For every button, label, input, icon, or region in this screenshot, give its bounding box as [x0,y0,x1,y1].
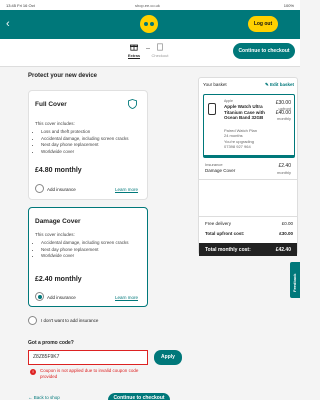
url-text: shop.ee.co.uk [135,3,160,8]
delivery-row: Free delivery £0.00 [205,221,293,226]
list-item: Worldwide cover [41,253,129,258]
checkout-steps: Extras Checkout Continue to checkout [0,39,300,67]
battery-text: 100% [283,3,294,8]
feedback-tab[interactable]: Feedback [290,262,300,298]
list-item: Worldwide cover [41,149,129,154]
divider [199,216,297,217]
damage-cover-title: Damage Cover [35,218,81,225]
damage-cover-price: £2.40 monthly [35,276,82,283]
insurance-price: £2.40 monthly [276,163,291,175]
list-item: Accidental damage, including screen crac… [41,136,129,141]
list-item: Next day phone replacement [41,142,129,147]
item-plan: Paired Watch Plan 24 months [224,128,257,138]
full-cover-learn-more[interactable]: Learn more [115,187,138,192]
damage-cover-list: Accidental damage, including screen crac… [41,240,129,260]
apply-button[interactable]: Apply [154,350,182,365]
no-insurance-label[interactable]: I don't want to add insurance [41,318,98,323]
promo-label: Got a promo code? [28,340,74,346]
upfront-total-row: Total upfront cost: £30.00 [205,231,293,236]
insurance-name: Damage Cover [205,168,236,173]
full-cover-radio[interactable] [35,184,44,193]
damage-cover-learn-more[interactable]: Learn more [115,295,138,300]
item-prices: £30.00 upfront £40.00 monthly [275,100,291,122]
back-to-shop-link[interactable]: ← Back to shop [28,395,60,400]
damage-cover-add-label[interactable]: Add insurance [47,295,76,300]
status-bar: 13:45 Fri 16 Oct shop.ee.co.uk 100% [0,0,300,10]
item-brand: Apple [224,99,233,103]
step-checkout-label: Checkout [151,53,169,58]
back-arrow-icon[interactable]: ‹ [6,17,18,31]
item-upgrade: You're upgrading 07398 927 964 [224,139,254,149]
divider [199,179,297,180]
ee-logo[interactable] [140,15,158,33]
damage-cover-radio[interactable] [35,292,44,301]
list-item: Next day phone replacement [41,247,129,252]
list-item: Loss and theft protection [41,129,129,134]
full-cover-title: Full Cover [35,101,67,108]
item-accent-bar [204,155,294,157]
full-cover-price: £4.80 monthly [35,167,82,174]
shield-icon [128,99,137,109]
damage-cover-card[interactable]: Damage Cover This cover includes: Accide… [28,207,148,307]
full-cover-includes: This cover includes: [35,121,75,126]
section-title: Protect your new device [28,73,98,79]
full-cover-add-label[interactable]: Add insurance [47,187,76,192]
continue-to-checkout-button[interactable]: Continue to checkout [233,43,295,59]
monthly-total-row: Total monthly cost: £42.40 [199,243,297,256]
basket-panel: Your basket ✎ Edit basket Apple Apple Wa… [198,77,298,256]
full-cover-card[interactable]: Full Cover This cover includes: Loss and… [28,90,148,200]
full-cover-list: Loss and theft protection Accidental dam… [41,129,129,155]
status-time: 13:45 Fri 16 Oct [6,3,35,8]
list-item: Accidental damage, including screen crac… [41,240,129,245]
step-checkout[interactable]: Checkout [148,43,172,58]
promo-code-input[interactable]: Z8Z85F9K7 [28,350,148,365]
promo-error-text: Coupon is not applied due to invalid cou… [40,368,139,379]
damage-cover-includes: This cover includes: [35,232,75,237]
item-name: Apple Watch Ultra Titanium Case with Oce… [224,104,265,120]
site-header: ‹ Log out [0,10,300,39]
edit-basket-link[interactable]: ✎ Edit basket [265,82,294,88]
basket-item: Apple Apple Watch Ultra Titanium Case wi… [203,94,295,158]
no-insurance-radio[interactable] [28,316,37,325]
basket-title: Your basket [203,82,227,87]
continue-to-checkout-bottom-button[interactable]: Continue to checkout [108,393,170,400]
document-icon [157,43,163,51]
error-icon: ! [30,369,36,375]
watch-icon [208,103,216,115]
logout-button[interactable]: Log out [248,16,278,32]
step-extras[interactable]: Extras [122,43,146,59]
step-extras-label: Extras [127,53,141,59]
gift-icon [130,44,138,51]
insurance-label: Insurance [205,162,223,167]
